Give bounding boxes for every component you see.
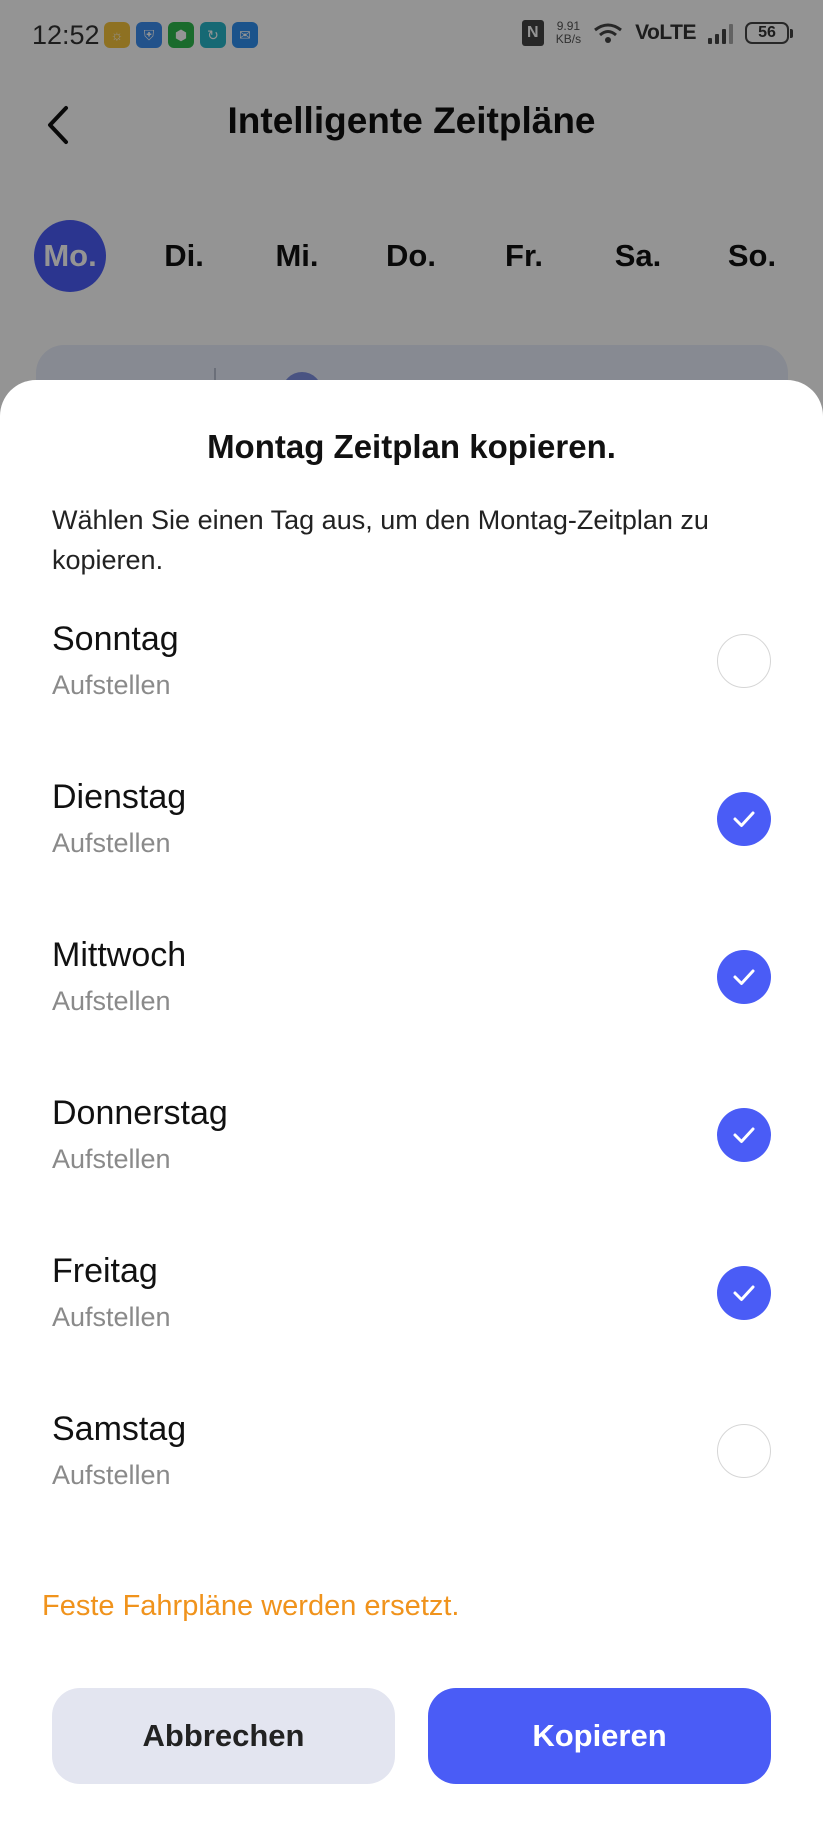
day-row-wednesday[interactable]: Mittwoch Aufstellen [0, 936, 823, 1056]
cancel-button[interactable]: Abbrechen [52, 1688, 395, 1784]
sheet-title: Montag Zeitplan kopieren. [207, 428, 616, 465]
day-subtitle: Aufstellen [52, 1302, 171, 1332]
day-subtitle: Aufstellen [52, 1460, 171, 1490]
day-subtitle: Aufstellen [52, 1144, 171, 1174]
day-row-friday[interactable]: Freitag Aufstellen [0, 1252, 823, 1372]
day-row-tuesday[interactable]: Dienstag Aufstellen [0, 778, 823, 898]
sheet-description: Wählen Sie einen Tag aus, um den Montag-… [52, 505, 709, 575]
day-name: Donnerstag [52, 1094, 228, 1132]
day-name: Mittwoch [52, 936, 187, 974]
day-name: Sonntag [52, 620, 179, 658]
checkmark-icon[interactable] [717, 1266, 771, 1320]
unchecked-circle-icon[interactable] [717, 1424, 771, 1478]
day-row-thursday[interactable]: Donnerstag Aufstellen [0, 1094, 823, 1214]
day-name: Samstag [52, 1410, 187, 1448]
checkmark-icon[interactable] [717, 792, 771, 846]
day-row-sunday[interactable]: Sonntag Aufstellen [0, 620, 823, 740]
checkmark-icon[interactable] [717, 950, 771, 1004]
copy-schedule-sheet: Montag Zeitplan kopieren. Wählen Sie ein… [0, 380, 823, 1828]
copy-button[interactable]: Kopieren [428, 1688, 771, 1784]
day-name: Freitag [52, 1252, 158, 1290]
day-subtitle: Aufstellen [52, 828, 171, 858]
day-name: Dienstag [52, 778, 187, 816]
checkmark-icon[interactable] [717, 1108, 771, 1162]
unchecked-circle-icon[interactable] [717, 634, 771, 688]
day-row-saturday[interactable]: Samstag Aufstellen [0, 1410, 823, 1530]
day-subtitle: Aufstellen [52, 986, 171, 1016]
day-subtitle: Aufstellen [52, 670, 171, 700]
replace-warning: Feste Fahrpläne werden ersetzt. [42, 1590, 460, 1622]
